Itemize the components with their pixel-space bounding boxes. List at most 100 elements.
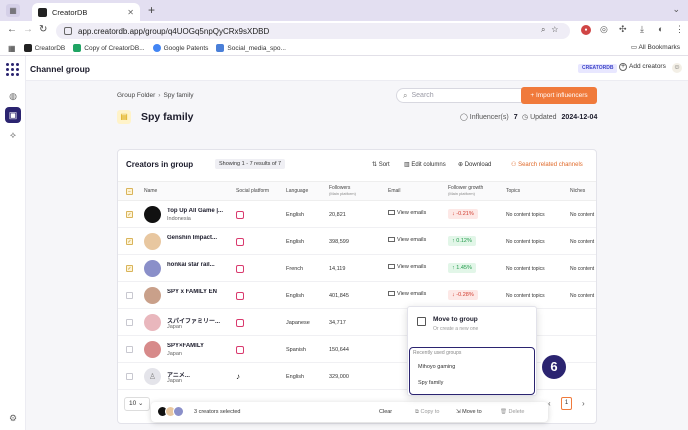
settings-gear-icon[interactable]: ⚙ <box>5 410 21 426</box>
apps-grid-icon[interactable]: ▦ <box>8 44 16 53</box>
bookmark-star-icon[interactable]: ☆ <box>551 25 564 34</box>
topics: No content topics <box>506 293 545 299</box>
tiktok-icon[interactable]: ♪ <box>236 373 244 381</box>
folder-nav-icon[interactable]: ▣ <box>5 107 21 123</box>
bookmark-google-patents[interactable]: Google Patents <box>152 44 208 52</box>
col-name[interactable]: Name <box>144 188 157 194</box>
tab-search-button[interactable]: ▦ <box>6 4 20 17</box>
search-box[interactable]: ⌕ <box>396 88 538 103</box>
bookmark-copy-creatordb[interactable]: Copy of CreatorDB... <box>73 44 145 52</box>
page-size-select[interactable]: 10 ⌄ <box>124 397 150 411</box>
user-icon: ◯ <box>460 114 470 121</box>
niches: No content <box>570 212 595 218</box>
creator-name[interactable]: SPY×FAMILY <box>167 343 245 349</box>
followers: 14,119 <box>329 266 346 272</box>
creator-name[interactable]: Genshin Impact... <box>167 235 245 241</box>
row-checkbox[interactable] <box>126 292 133 299</box>
search-related-channels-button[interactable]: ⚇ Search related channels <box>511 161 583 168</box>
creator-name[interactable]: Top Up All Game |... <box>167 208 245 214</box>
browser-tab[interactable]: CreatorDB ✕ <box>32 3 140 21</box>
all-bookmarks[interactable]: ▭ All Bookmarks <box>631 43 680 51</box>
copy-to-button[interactable]: ⧉ Copy to <box>415 409 439 416</box>
delete-button[interactable]: 🗑 Delete <box>500 409 524 415</box>
instagram-icon[interactable] <box>236 346 244 354</box>
bookmark-creatordb[interactable]: CreatorDB <box>23 44 65 52</box>
reload-icon[interactable]: ↻ <box>39 24 47 35</box>
table-row[interactable]: ✓ honkai star rail... French 14,119 View… <box>118 255 596 282</box>
row-checkbox[interactable]: ✓ <box>126 211 133 218</box>
view-emails-button[interactable]: View emails <box>388 210 426 216</box>
import-influencers-button[interactable]: + Import influencers <box>521 87 597 104</box>
add-creators-button[interactable]: + Add creators <box>619 63 666 71</box>
current-page-button[interactable]: 1 <box>561 397 572 410</box>
growth-value: -0.21% <box>456 211 474 217</box>
row-checkbox[interactable]: ✓ <box>126 238 133 245</box>
group-option-mihoyo-gaming[interactable]: Mihoyo gaming <box>418 364 455 370</box>
move-icon: ⇲ <box>456 409 461 415</box>
trash-icon: 🗑 <box>500 409 507 415</box>
instagram-icon[interactable] <box>236 238 244 246</box>
address-bar[interactable]: app.creatordb.app/group/q4UOGq5npQyCRx9s… <box>56 23 570 39</box>
columns-icon: ▥ <box>404 162 410 168</box>
extension-badge-icon[interactable]: ● <box>581 25 591 35</box>
row-checkbox[interactable] <box>126 319 133 326</box>
instagram-icon[interactable] <box>236 319 244 327</box>
row-checkbox[interactable]: ✓ <box>126 265 133 272</box>
envelope-icon <box>388 210 395 215</box>
select-all-checkbox[interactable]: − <box>126 188 133 195</box>
row-checkbox[interactable] <box>126 373 133 380</box>
view-emails-button[interactable]: View emails <box>388 264 426 270</box>
back-arrow-icon[interactable]: ← <box>7 24 17 35</box>
chevron-down-icon[interactable]: ⌄ <box>672 4 680 15</box>
add-creators-label: Add creators <box>629 63 666 70</box>
extension-icon[interactable]: ◎ <box>600 24 608 35</box>
menu-kebab-icon[interactable]: ⋮ <box>675 24 684 35</box>
bookmark-label: Social_media_spo... <box>227 44 286 52</box>
site-info-icon[interactable] <box>64 27 72 35</box>
growth-badge: ↓ -0.21% <box>448 209 478 219</box>
instagram-icon[interactable] <box>236 265 244 273</box>
growth-badge: ↑ 0.12% <box>448 236 476 246</box>
breadcrumb-parent[interactable]: Group Folder <box>117 92 155 99</box>
creator-name[interactable]: honkai star rail... <box>167 262 245 268</box>
search-input[interactable] <box>411 92 522 99</box>
forward-arrow-icon[interactable]: → <box>23 24 33 35</box>
table-row[interactable]: ✓ Top Up All Game |... Indonesia English… <box>118 201 596 228</box>
group-option-spy-family[interactable]: Spy family <box>418 380 443 386</box>
clear-button[interactable]: Clear <box>379 409 392 415</box>
download-button[interactable]: ⊕ Download <box>458 161 491 168</box>
language: English <box>286 212 305 218</box>
next-page-icon[interactable]: › <box>582 399 585 408</box>
bookmark-social-media[interactable]: Social_media_spo... <box>216 44 286 52</box>
sort-button[interactable]: ⇅ Sort <box>372 161 390 168</box>
language: English <box>286 374 305 380</box>
search-related-label: Search related channels <box>518 162 583 168</box>
prev-page-icon[interactable]: ‹ <box>548 399 551 408</box>
instagram-icon[interactable] <box>236 292 244 300</box>
app-logo-icon[interactable] <box>6 63 19 76</box>
niches: No content <box>570 293 595 299</box>
view-emails-button[interactable]: View emails <box>388 291 426 297</box>
col-followers-sub: (Main platform) <box>329 191 356 196</box>
edit-columns-button[interactable]: ▥ Edit columns <box>404 161 446 168</box>
discover-globe-icon[interactable]: ◍ <box>5 88 21 104</box>
creator-name[interactable]: SPY x FAMILY EN <box>167 289 245 295</box>
new-tab-button[interactable]: + <box>148 3 155 17</box>
browser-tabbar: ▦ CreatorDB ✕ + ⌄ <box>0 0 688 21</box>
network-icon[interactable]: ⟡ <box>5 127 21 143</box>
col-growth[interactable]: Follower growth (Main platform) <box>448 185 483 197</box>
profile-icon[interactable]: ◐ <box>658 24 663 34</box>
col-followers[interactable]: Followers (Main platform) <box>329 185 356 197</box>
row-checkbox[interactable] <box>126 346 133 353</box>
popup-title[interactable]: Move to group <box>433 316 478 323</box>
extensions-puzzle-icon[interactable]: ✣ <box>619 24 627 35</box>
instagram-icon[interactable] <box>236 211 244 219</box>
user-avatar[interactable]: ☺ <box>672 63 682 73</box>
table-row[interactable]: SPY x FAMILY EN English 401,845 View ema… <box>118 282 596 309</box>
table-row[interactable]: ✓ Genshin Impact... English 398,599 View… <box>118 228 596 255</box>
download-icon[interactable]: ⤓ <box>640 24 644 35</box>
zoom-icon[interactable]: ⌕ <box>541 25 551 34</box>
view-emails-button[interactable]: View emails <box>388 237 426 243</box>
close-tab-icon[interactable]: ✕ <box>127 8 134 17</box>
move-to-button[interactable]: ⇲ Move to <box>456 409 482 415</box>
